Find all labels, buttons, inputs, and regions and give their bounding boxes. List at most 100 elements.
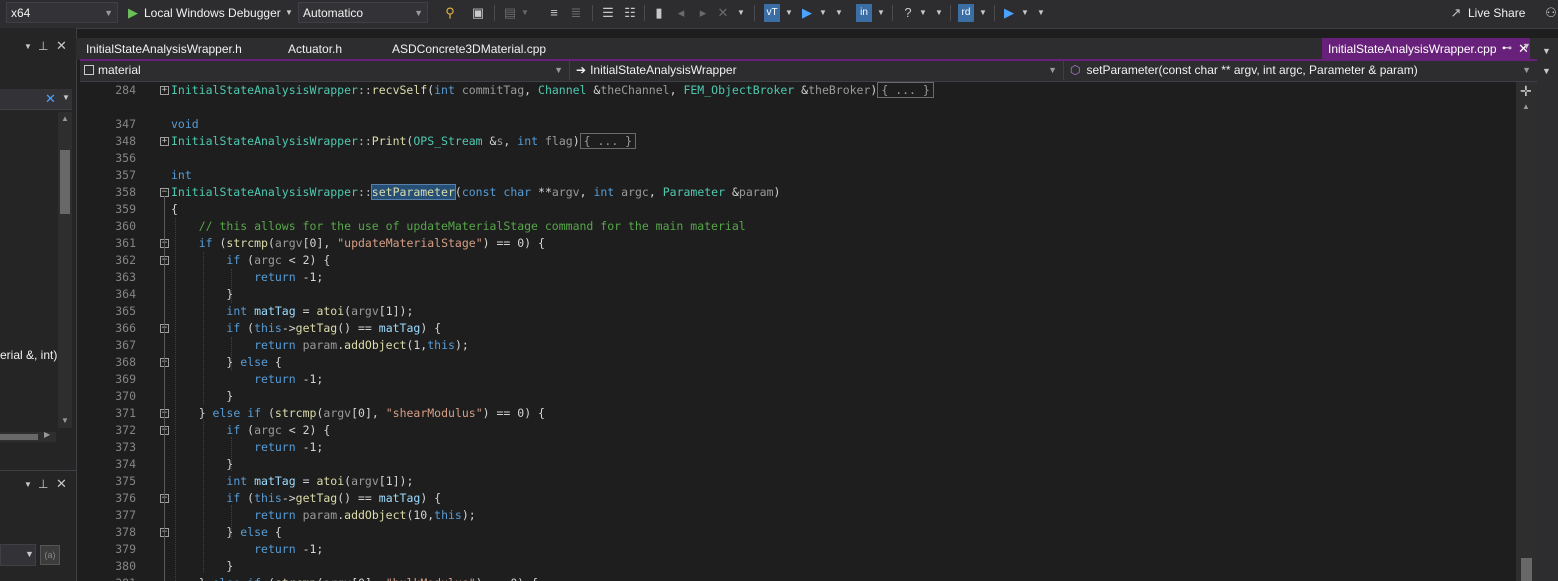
scope-value: InitialStateAnalysisWrapper — [590, 63, 737, 77]
pane2-dropdown-icon[interactable]: ▼ — [24, 480, 32, 489]
nuget-dropdown-icon[interactable]: ▼ — [876, 4, 886, 22]
live-share-icon[interactable]: ↗ — [1448, 4, 1464, 22]
project-dropdown[interactable]: material ▼ — [80, 61, 570, 80]
start-dropdown-icon[interactable]: ▼ — [1020, 4, 1030, 22]
search-dropdown-icon[interactable]: ▼ — [62, 93, 70, 102]
find-in-files-icon[interactable]: ⚲ — [442, 4, 458, 22]
toolbar-overflow-icon[interactable]: ▼ — [1036, 4, 1046, 22]
code-line: if (argc < 2) { — [226, 253, 331, 267]
left-tool-pane: ▼ ⊥ ✕ ✕ ▼ ▲ ▼ erial &, int) ▶ ▼ ⊥ ✕ ▼ (a… — [0, 28, 77, 581]
tab-initialstateanalysiswrapper-cpp[interactable]: InitialStateAnalysisWrapper.cpp ⊷ ✕ — [1322, 38, 1530, 60]
start-debug-icon[interactable]: ▶ — [126, 4, 140, 22]
pin-icon[interactable]: ⊥ — [38, 477, 48, 491]
h-scrollbar-thumb[interactable] — [0, 434, 38, 440]
separator — [994, 5, 995, 21]
clear-search-icon[interactable]: ✕ — [45, 91, 56, 107]
pane-horizontal-scrollbar[interactable]: ▶ — [0, 430, 56, 442]
tab-actuator-h[interactable]: Actuator.h — [288, 38, 342, 60]
pane-vertical-scrollbar[interactable]: ▲ ▼ — [58, 112, 72, 428]
step-dropdown-icon[interactable]: ▼ — [520, 4, 530, 22]
pin-icon[interactable]: ⊥ — [38, 39, 48, 53]
line-number: 370 — [115, 389, 136, 403]
member-value: setParameter(const char ** argv, int arg… — [1086, 63, 1418, 77]
scroll-down-icon[interactable]: ▼ — [61, 416, 69, 425]
va-dropdown-icon[interactable]: ▼ — [784, 4, 794, 22]
code-line: InitialStateAnalysisWrapper::recvSelf(in… — [171, 82, 934, 99]
pane-dropdown-icon[interactable]: ▼ — [24, 42, 32, 51]
project-value: material — [98, 63, 141, 77]
next-bookmark-icon[interactable]: ▸ — [696, 4, 710, 22]
expand-icon[interactable]: + — [160, 137, 169, 146]
code-line: } else if (strcmp(argv[0], "shearModulus… — [171, 406, 545, 420]
help-icon[interactable]: ? — [900, 4, 916, 22]
editor-vertical-scrollbar[interactable]: ✛ ▲ — [1516, 82, 1537, 581]
uncomment-lines-icon[interactable]: ☷ — [622, 4, 638, 22]
code-line: if (this->getTag() == matTag) { — [226, 491, 442, 505]
code-line: } — [171, 559, 234, 573]
bookmark-icon[interactable]: ▮ — [652, 4, 666, 22]
comment-lines-icon[interactable]: ☰ — [600, 4, 616, 22]
pane2-combo[interactable]: ▼ — [0, 544, 36, 566]
configuration-value: Automatico — [303, 6, 364, 20]
clear-bookmarks-icon[interactable]: ✕ — [716, 4, 730, 22]
align-right-icon[interactable]: ≣ — [568, 4, 584, 22]
line-number: 378 — [115, 525, 136, 539]
prev-bookmark-icon[interactable]: ◂ — [674, 4, 688, 22]
chevron-down-icon: ▼ — [1048, 65, 1057, 75]
debugger-label[interactable]: Local Windows Debugger — [144, 4, 282, 22]
regex-toggle-icon[interactable]: (a) — [40, 545, 60, 565]
scope-dropdown[interactable]: ➔ InitialStateAnalysisWrapper ▼ — [572, 61, 1064, 80]
nuget-icon[interactable]: in — [856, 4, 872, 22]
run-dropdown-icon[interactable]: ▼ — [818, 4, 828, 22]
separator — [592, 5, 593, 21]
tree-item-text[interactable]: erial &, int) — [0, 348, 57, 362]
pane-search-input[interactable]: ✕ ▼ — [0, 89, 72, 110]
extension-dropdown-icon[interactable]: ▼ — [978, 4, 988, 22]
configuration-dropdown[interactable]: Automatico ▼ — [298, 2, 428, 23]
line-number: 369 — [115, 372, 136, 386]
code-line: } else if (strcmp(argv[0], "bulkModulus"… — [171, 575, 538, 581]
close-icon[interactable]: ✕ — [56, 476, 67, 492]
close-icon[interactable]: ✕ — [56, 38, 67, 54]
split-editor-icon[interactable]: ✛ — [1520, 83, 1532, 100]
scrollbar-thumb[interactable] — [60, 150, 70, 214]
pin-tab-icon[interactable]: ⊷ — [1502, 38, 1512, 60]
scroll-up-icon[interactable]: ▲ — [61, 114, 69, 123]
visual-assist-icon[interactable]: vT — [764, 4, 780, 22]
bookmark-dropdown-icon[interactable]: ▼ — [736, 4, 746, 22]
scrollbar-thumb[interactable] — [1521, 558, 1532, 581]
screenshot-icon[interactable]: ▣ — [470, 4, 486, 22]
document-tab-bar: InitialStateAnalysisWrapper.h Actuator.h… — [76, 38, 1558, 60]
member-dropdown[interactable]: ⬡ setParameter(const char ** argv, int ar… — [1066, 61, 1537, 80]
scroll-right-icon[interactable]: ▶ — [44, 430, 50, 439]
help-dropdown-icon[interactable]: ▼ — [918, 4, 928, 22]
tab-initialstateanalysiswrapper-h[interactable]: InitialStateAnalysisWrapper.h — [86, 38, 242, 60]
code-line: InitialStateAnalysisWrapper::Print(OPS_S… — [171, 133, 637, 150]
expand-icon[interactable]: + — [160, 86, 169, 95]
separator — [892, 5, 893, 21]
dropdown-icon[interactable]: ▼ — [1542, 66, 1551, 76]
dropdown-icon[interactable]: ▼ — [1542, 46, 1551, 56]
extension-icon[interactable]: rd — [958, 4, 974, 22]
overflow-dropdown-icon[interactable]: ▼ — [934, 4, 944, 22]
start-without-debug-icon[interactable]: ▶ — [1002, 4, 1016, 22]
code-line: } else { — [171, 525, 282, 539]
separator — [494, 5, 495, 21]
separator — [644, 5, 645, 21]
tab-list-dropdown-icon[interactable]: ▼ — [1522, 41, 1531, 51]
arrow-right-icon: ➔ — [576, 63, 587, 77]
more-dropdown-icon[interactable]: ▼ — [834, 4, 844, 22]
right-tool-strip: ▼ ▼ — [1537, 38, 1558, 581]
code-line: return param.addObject(1,this); — [254, 338, 469, 352]
code-editor[interactable]: 284 347 348 356 357 358 359 360 361 362 … — [80, 82, 1516, 581]
tab-asdconcrete3dmaterial-cpp[interactable]: ASDConcrete3DMaterial.cpp — [392, 38, 546, 60]
debugger-dropdown-icon[interactable]: ▼ — [284, 4, 294, 22]
chevron-down-icon: ▼ — [554, 65, 563, 75]
live-share-button[interactable]: Live Share — [1468, 4, 1528, 22]
platform-dropdown[interactable]: x64 ▼ — [6, 2, 118, 23]
align-left-icon[interactable]: ≡ — [546, 4, 562, 22]
run-icon[interactable]: ▶ — [800, 4, 814, 22]
scroll-up-icon[interactable]: ▲ — [1522, 102, 1530, 111]
account-icon[interactable]: ⚇ — [1544, 4, 1558, 22]
step-into-icon[interactable]: ▤ — [502, 4, 518, 22]
